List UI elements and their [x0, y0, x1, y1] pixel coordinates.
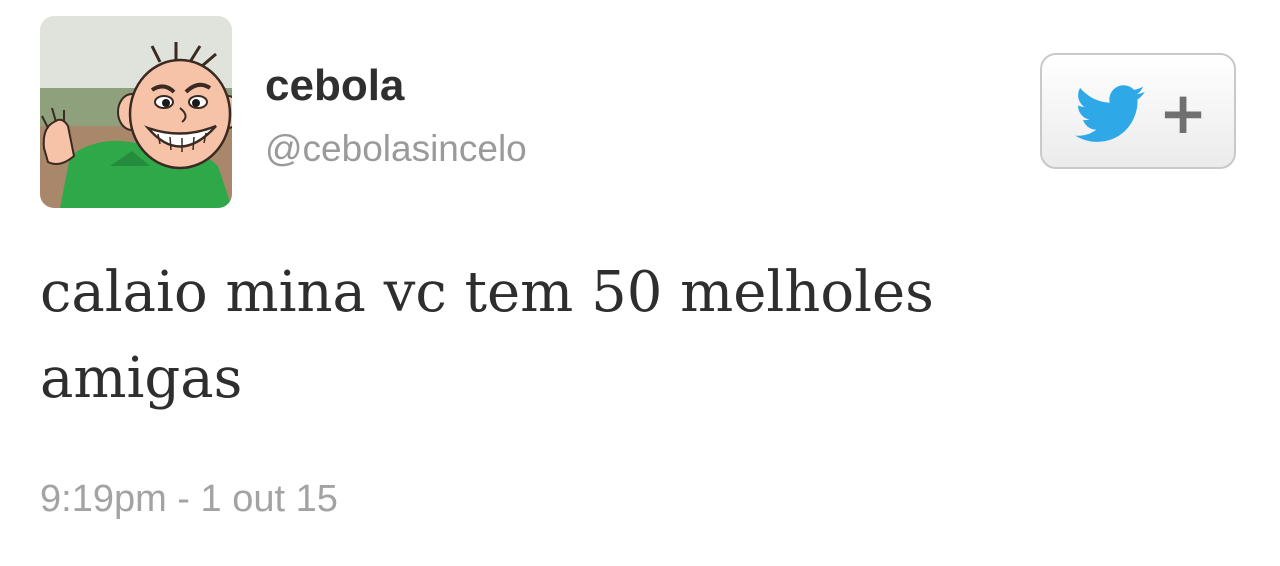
tweet-card: cebola @cebolasincelo + calaio mina vc t… — [0, 0, 1280, 566]
display-name[interactable]: cebola — [265, 60, 404, 112]
follow-button[interactable]: + — [1040, 53, 1236, 169]
plus-icon: + — [1158, 79, 1208, 147]
username-handle[interactable]: @cebolasincelo — [265, 126, 527, 172]
cartoon-boy-avatar-icon — [40, 16, 232, 208]
tweet-text: calaio mina vc tem 50 melholes amigas — [40, 260, 934, 411]
twitter-bird-icon — [1075, 85, 1145, 142]
tweet-timestamp[interactable]: 9:19pm - 1 out 15 — [40, 476, 338, 522]
avatar[interactable] — [40, 16, 232, 208]
